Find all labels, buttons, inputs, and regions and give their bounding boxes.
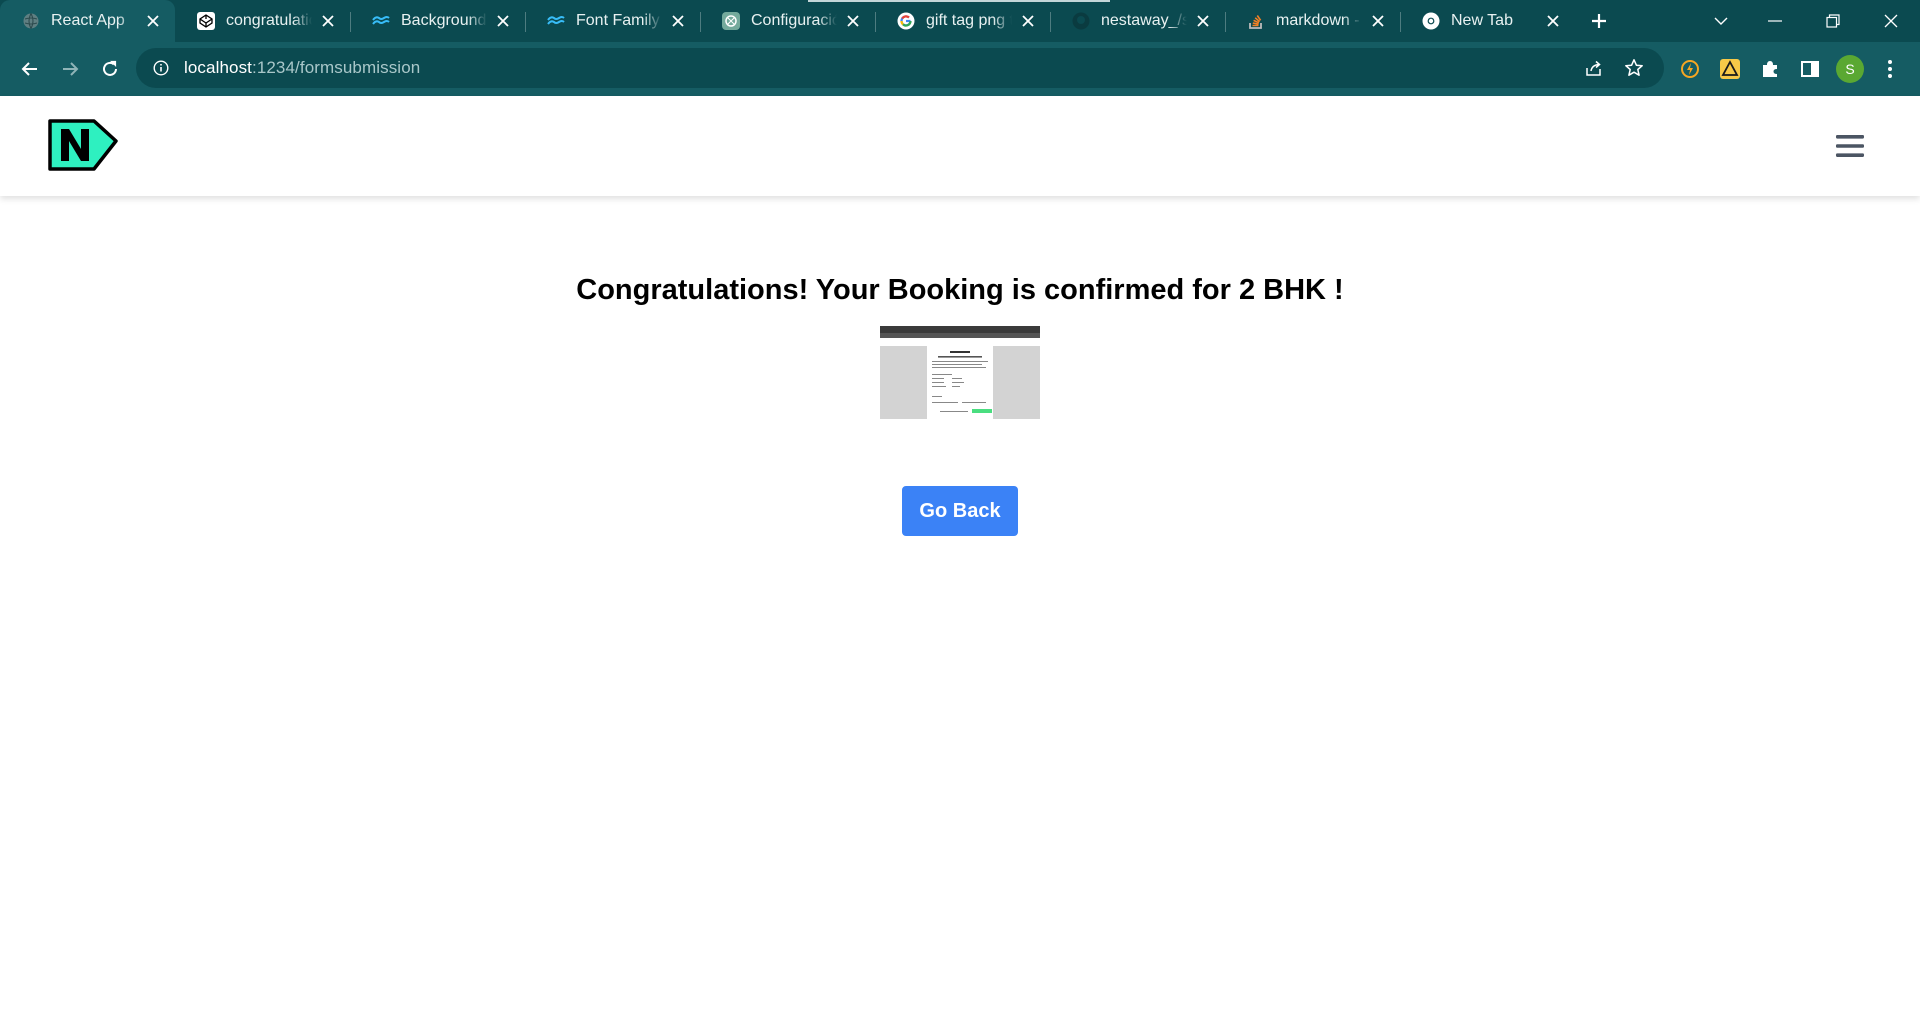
tab-title: React App [51,12,125,29]
site-logo[interactable] [48,119,118,171]
close-icon[interactable] [1193,11,1213,31]
url-host: localhost [184,58,252,77]
tailwind-icon [547,12,565,30]
address-bar[interactable]: localhost:1234/formsubmission [136,48,1664,88]
tab-background-color[interactable]: Background Color [350,0,525,42]
tab-title: Background Color [401,12,487,29]
restore-button[interactable] [1804,0,1862,42]
url-text[interactable]: localhost:1234/formsubmission [184,58,420,78]
tab-title: New Tab [1451,12,1513,29]
arrow-left-icon [21,62,37,76]
restore-icon [1826,14,1840,28]
tab-congratulations[interactable]: congratulations [175,0,350,42]
close-window-button[interactable] [1862,0,1920,42]
tab-markdown[interactable]: markdown - Stack [1225,0,1400,42]
tab-nestaway-src[interactable]: nestaway_/src [1050,0,1225,42]
back-button[interactable] [10,49,50,89]
forward-button[interactable] [50,49,90,89]
confirmation-screenshot-image [880,326,1040,419]
tab-title: markdown - Stack [1276,12,1362,29]
minimize-icon [1768,20,1782,22]
kebab-menu-icon [1888,60,1892,78]
tab-new-tab[interactable]: New Tab [1400,0,1575,42]
side-panel-button[interactable] [1790,49,1830,89]
close-icon[interactable] [843,11,863,31]
codepen-icon [197,12,215,30]
close-icon[interactable] [1368,11,1388,31]
hamburger-icon [1836,135,1864,157]
extensions-button[interactable] [1750,49,1790,89]
tab-font-family[interactable]: Font Family - Tailwind [525,0,700,42]
reload-button[interactable] [90,49,130,89]
reload-icon [103,60,117,76]
profile-avatar[interactable]: S [1836,55,1864,83]
extension-button[interactable] [1710,49,1750,89]
logo-icon [48,119,118,171]
close-icon[interactable] [493,11,513,31]
globe-icon [22,12,40,30]
share-button[interactable] [1578,52,1610,84]
bookmark-button[interactable] [1618,52,1650,84]
extension-button[interactable] [1670,49,1710,89]
browser-toolbar: localhost:1234/formsubmission S [0,42,1920,96]
tab-title: Configuración [751,12,837,29]
extensions-area: S [1670,49,1910,89]
close-icon[interactable] [143,11,163,31]
tab-title: gift tag png transparent [926,12,1012,29]
tab-react-app[interactable]: React App [0,0,175,42]
close-icon[interactable] [1018,11,1038,31]
close-icon [1884,14,1898,28]
close-icon[interactable] [318,11,338,31]
tab-strip: React App congratulations Background Col… [0,0,1920,42]
extension-lightning-icon [1681,60,1699,78]
close-icon[interactable] [1543,11,1563,31]
tab-title: nestaway_/src [1101,12,1187,29]
share-icon [1586,60,1601,76]
plus-icon [1592,14,1606,28]
stackoverflow-icon [1247,12,1265,30]
menu-button[interactable] [1834,132,1866,160]
window-controls [1696,0,1920,42]
arrow-right-icon [63,62,79,76]
extension-warning-icon [1720,59,1740,79]
confirmation-heading: Congratulations! Your Booking is confirm… [576,274,1344,306]
close-icon[interactable] [668,11,688,31]
chrome-icon [1422,12,1440,30]
tab-configuracion[interactable]: Configuración [700,0,875,42]
tailwind-icon [372,12,390,30]
tab-title: congratulations [226,12,312,29]
google-icon [897,12,915,30]
minimize-button[interactable] [1746,0,1804,42]
chevron-down-icon [1714,17,1728,25]
new-tab-button[interactable] [1581,3,1617,39]
tab-gift-tag[interactable]: gift tag png transparent [875,0,1050,42]
tab-list: React App congratulations Background Col… [0,0,1617,42]
side-panel-icon [1801,61,1819,77]
browser-menu-button[interactable] [1870,49,1910,89]
page-content: Congratulations! Your Booking is confirm… [0,96,1920,1030]
tab-title: Font Family - Tailwind [576,12,662,29]
chatgpt-icon [722,12,740,30]
site-header [0,96,1920,196]
url-path: :1234/formsubmission [252,58,421,77]
info-icon[interactable] [150,57,172,79]
star-icon [1625,59,1643,76]
puzzle-icon [1763,61,1777,77]
go-back-button[interactable]: Go Back [902,486,1018,536]
address-bar-actions [1578,52,1650,84]
github-icon [1072,12,1090,30]
tab-search-button[interactable] [1696,0,1746,42]
